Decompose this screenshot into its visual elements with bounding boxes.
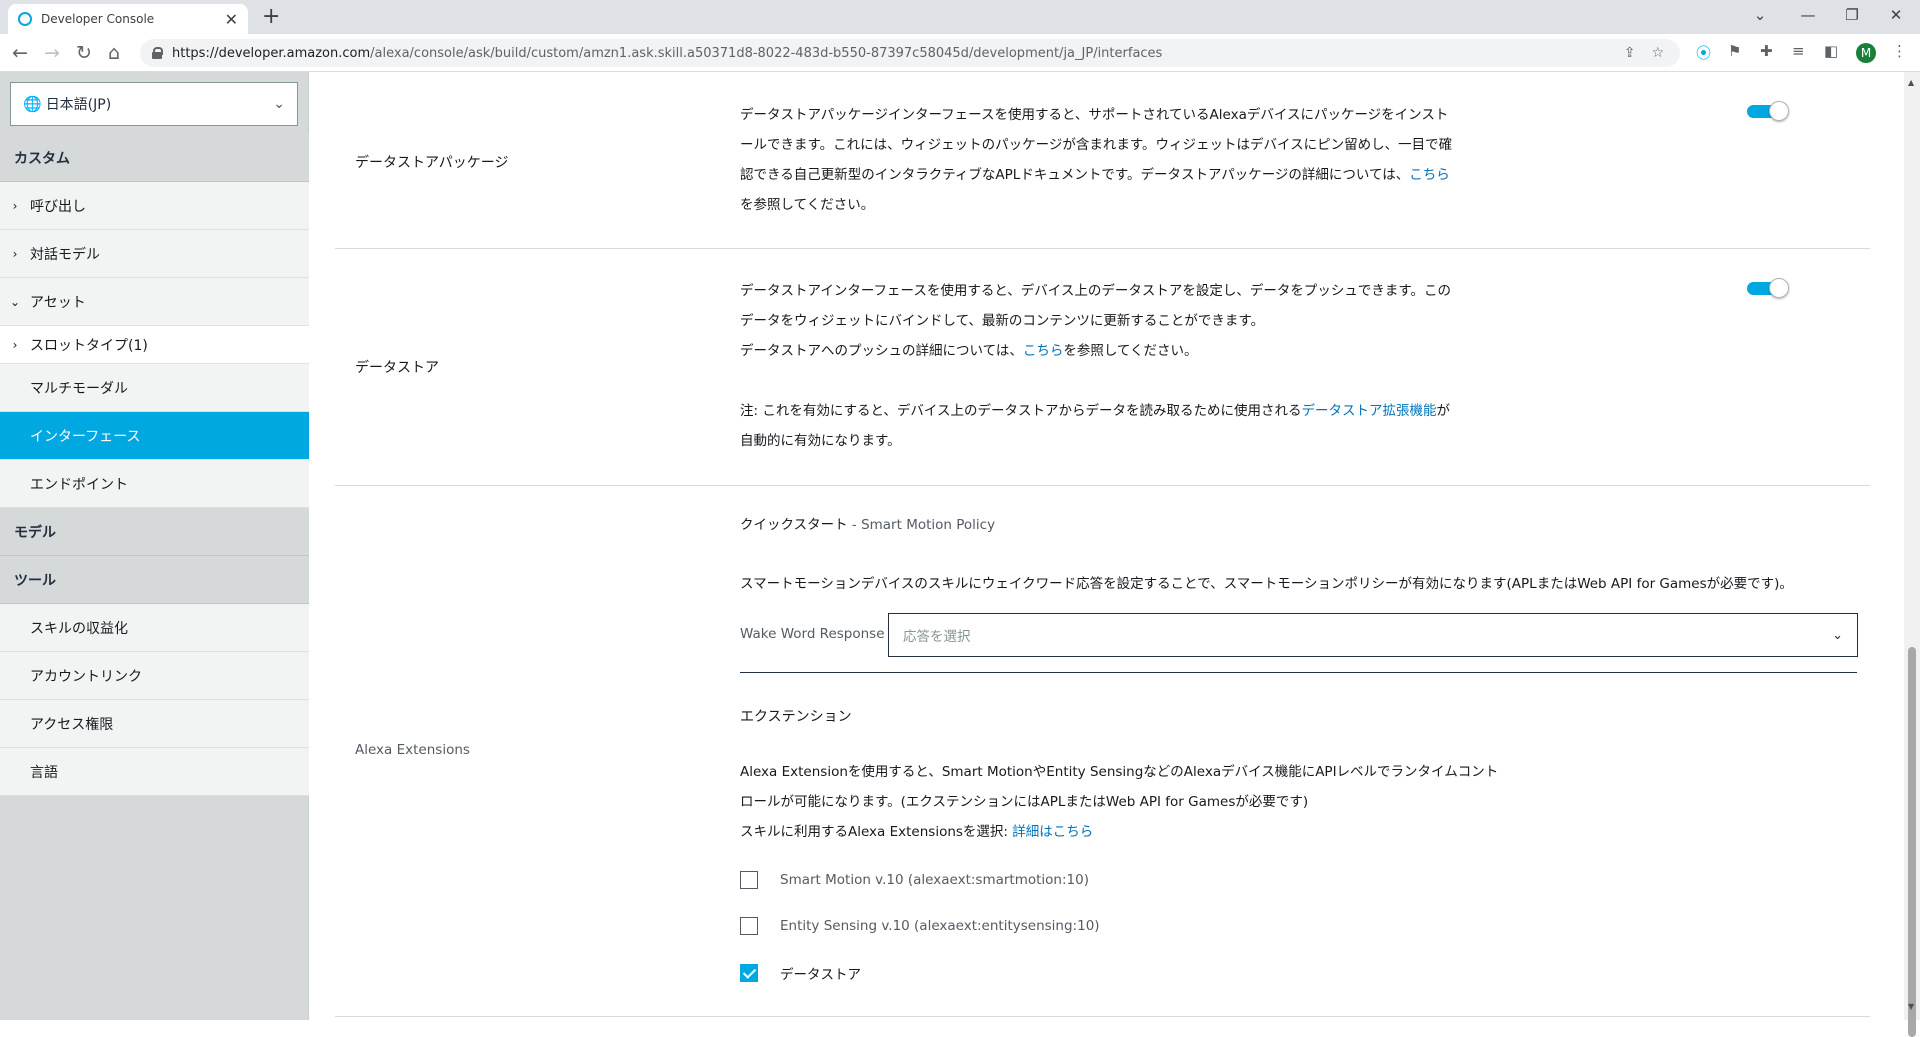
home-icon[interactable]: ⌂ [108,40,120,66]
smart-motion-checkbox[interactable] [740,871,758,889]
datastore-title: データストア [355,360,439,376]
chevron-right-icon: › [12,246,18,261]
smart-motion-description: スマートモーションデバイスのスキルにウェイクワード応答を設定することで、スマート… [740,576,1793,592]
globe-icon: 🌐 [23,95,42,113]
alexa-favicon-icon [18,12,32,26]
divider [335,248,1870,249]
browser-tab-bar: Developer Console ✕ + ⌄ — ❐ ✕ [0,0,1920,34]
language-label: 日本語(JP) [45,97,112,113]
sidebar-section-tools[interactable]: ツール [0,556,309,604]
alexa-extensions-title: Alexa Extensions [355,742,470,758]
browser-tab[interactable]: Developer Console ✕ [8,4,248,34]
browser-menu-icon[interactable]: ⋮ [1892,42,1907,60]
share-icon[interactable]: ⇪ [1624,45,1636,61]
datastore-extension-checkbox-row[interactable]: データストア [740,963,861,983]
quickstart-heading: クイックスタート - Smart Motion Policy [740,517,996,533]
wake-word-response-placeholder: 応答を選択 [903,629,971,645]
scroll-up-icon[interactable]: ▲ [1908,78,1914,87]
window-close-icon[interactable]: ✕ [1876,4,1916,26]
entity-sensing-checkbox[interactable] [740,917,758,935]
divider [740,672,1857,673]
address-toolbar: ← → ↻ ⌂ https://developer.amazon.com/ale… [0,34,1920,72]
sidebar-section-model[interactable]: モデル [0,508,309,556]
sidebar-item-endpoint[interactable]: エンドポイント [0,460,309,508]
bookmark-star-icon[interactable]: ☆ [1651,45,1664,61]
sidebar-item-languages[interactable]: 言語 [0,748,309,796]
tab-close-icon[interactable]: ✕ [225,10,238,29]
alexa-extension-icon[interactable]: ⦿ [1696,42,1711,63]
wake-word-response-label: Wake Word Response [740,626,885,642]
restore-icon[interactable]: ❐ [1832,4,1872,26]
scrollbar-thumb[interactable] [1908,647,1916,1037]
chevron-down-icon: ⌄ [9,294,21,309]
datastore-package-toggle[interactable] [1747,101,1789,121]
chevron-right-icon: › [12,198,18,213]
sidebar-item-permissions[interactable]: アクセス権限 [0,700,309,748]
sidebar-item-multimodal[interactable]: マルチモーダル [0,364,309,412]
datastore-extension-checkbox[interactable] [740,964,758,982]
extensions-puzzle-icon[interactable]: ✚ [1760,42,1773,60]
entity-sensing-checkbox-row[interactable]: Entity Sensing v.10 (alexaext:entitysens… [740,917,1100,935]
divider [335,485,1870,486]
chevron-right-icon: › [12,337,18,352]
flag-extension-icon[interactable]: ⚑ [1728,42,1741,60]
reload-icon[interactable]: ↻ [76,40,92,66]
url-bar[interactable]: https://developer.amazon.com/alexa/conso… [140,39,1680,67]
url-text[interactable]: https://developer.amazon.com/alexa/conso… [172,46,1624,61]
new-tab-button[interactable]: + [262,4,280,30]
scroll-down-icon[interactable]: ▼ [1908,1002,1914,1011]
reading-list-icon[interactable]: ≡ [1792,42,1805,60]
side-panel-icon[interactable]: ◧ [1824,42,1838,60]
extensions-heading: エクステンション [740,709,852,725]
minimize-icon[interactable]: — [1788,4,1828,26]
profile-avatar[interactable]: M [1856,43,1876,63]
chevron-down-icon: ⌄ [1832,627,1843,643]
sidebar-item-interaction-model[interactable]: › 対話モデル [0,230,309,278]
tab-search-icon[interactable]: ⌄ [1740,4,1780,26]
datastore-package-description: データストアパッケージインターフェースを使用すると、サポートされているAlexa… [740,107,1453,213]
datastore-extension-link[interactable]: データストア拡張機能 [1302,403,1437,419]
lock-icon[interactable] [152,47,163,59]
datastore-toggle[interactable] [1747,278,1789,298]
datastore-link[interactable]: こちら [1023,343,1064,359]
sidebar-item-monetization[interactable]: スキルの収益化 [0,604,309,652]
datastore-description: データストアインターフェースを使用すると、デバイス上のデータストアを設定し、デー… [740,283,1452,449]
sidebar-section-custom[interactable]: カスタム [0,134,309,182]
extensions-details-link[interactable]: 詳細はこちら [1012,824,1093,840]
sidebar-item-assets[interactable]: ⌄ アセット [0,278,309,326]
back-icon[interactable]: ← [12,40,28,66]
divider [335,1016,1870,1017]
sidebar-item-interfaces[interactable]: インターフェース [0,412,309,460]
smart-motion-checkbox-row[interactable]: Smart Motion v.10 (alexaext:smartmotion:… [740,871,1089,889]
datastore-package-link[interactable]: こちら [1409,167,1450,183]
tab-title: Developer Console [41,12,155,26]
sidebar-item-slot-types[interactable]: › スロットタイプ(1) [0,326,309,364]
forward-icon[interactable]: → [44,40,60,66]
sidebar-item-invocation[interactable]: › 呼び出し [0,182,309,230]
wake-word-response-select[interactable]: 応答を選択 ⌄ [888,613,1858,657]
sidebar: 🌐 日本語(JP) ⌄ カスタム › 呼び出し › 対話モデル ⌄ アセット ›… [0,72,309,1020]
language-select[interactable]: 🌐 日本語(JP) ⌄ [10,82,298,126]
extensions-description: Alexa Extensionを使用すると、Smart MotionやEntit… [740,764,1499,840]
chevron-down-icon: ⌄ [273,96,285,112]
sidebar-item-account-linking[interactable]: アカウントリンク [0,652,309,700]
datastore-package-title: データストアパッケージ [355,155,509,171]
interfaces-main: データストアパッケージ データストアパッケージインターフェースを使用すると、サポ… [310,72,1900,1020]
page-scrollbar[interactable]: ▲ ▼ [1904,72,1920,1037]
